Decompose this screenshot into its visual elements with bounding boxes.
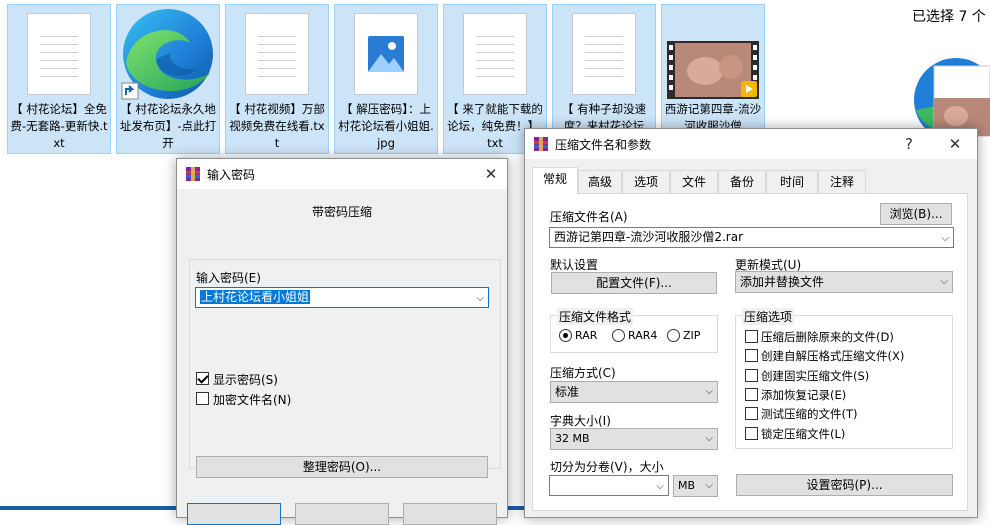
file-name: 【 解压密码】：上村花论坛看小姐姐.jpg [338,102,434,150]
profiles-button[interactable]: 配置文件(F)... [551,272,717,294]
format-rar-label: RAR [575,329,598,342]
format-rar-radio[interactable] [559,329,572,342]
archive-name-value: 西游记第四章-流沙河收服沙僧2.rar [554,230,744,244]
option-lock-label: 锁定压缩文件(L) [761,427,846,441]
password-dialog-title: 输入密码 [207,168,256,182]
help-icon[interactable]: ? [897,133,921,155]
option-recovery-label: 添加恢复记录(E) [761,388,847,402]
winrar-icon [186,167,200,181]
tab-advanced[interactable]: 高级 [578,170,622,193]
dictionary-value: 32 MB [555,432,590,445]
encrypt-names-checkbox[interactable] [196,392,209,405]
cancel-button[interactable] [295,503,389,525]
archive-name-input[interactable]: 西游记第四章-流沙河收服沙僧2.rar ⌵ [549,227,954,248]
file-name: 【 村花论坛】全免费-无套路-更新快.txt [10,102,108,150]
text-file-icon [245,13,309,95]
option-solid-label: 创建固实压缩文件(S) [761,369,870,383]
method-value: 标准 [555,385,580,399]
chevron-down-icon: ⌵ [705,433,713,444]
update-mode-value: 添加并替换文件 [740,275,825,289]
tab-options[interactable]: 选项 [622,170,670,193]
chevron-down-icon: ⌵ [705,386,713,397]
format-zip-radio[interactable] [667,329,680,342]
archive-name-label: 压缩文件名(A) [550,210,628,224]
password-dialog: 输入密码 ✕ 带密码压缩 输入密码(E) 上村花论坛看小姐姐 ⌵ 显示密码(S)… [176,158,508,525]
format-zip-label: ZIP [683,329,701,342]
tab-backup[interactable]: 备份 [718,170,766,193]
password-dialog-titlebar: 输入密码 ✕ [177,159,507,189]
format-rar4-radio[interactable] [612,329,625,342]
tab-time[interactable]: 时间 [766,170,818,193]
dictionary-label: 字典大小(I) [550,414,611,428]
organize-passwords-button[interactable]: 整理密码(O)... [196,456,488,478]
show-password-checkbox[interactable] [196,372,209,385]
dialog-heading: 带密码压缩 [311,205,372,219]
help-button[interactable] [403,503,497,525]
default-settings-label: 默认设置 [550,258,599,272]
split-unit-value: MB [678,479,696,492]
chevron-down-icon[interactable]: ⌵ [941,229,949,247]
split-label: 切分为分卷(V)，大小 [550,460,664,474]
option-lock-checkbox[interactable] [745,427,758,440]
option-recovery-checkbox[interactable] [745,388,758,401]
option-test-checkbox[interactable] [745,407,758,420]
edge-shortcut-icon [121,9,213,100]
winrar-icon [534,137,548,151]
update-mode-select[interactable]: 添加并替换文件 ⌵ [735,271,953,293]
method-label: 压缩方式(C) [550,366,616,380]
chevron-down-icon: ⌵ [705,480,713,491]
file-item[interactable]: 【 村花视频】万部视频免费在线看.txt [225,4,329,154]
compression-options-title: 压缩选项 [742,308,795,325]
archive-dialog-title: 压缩文件名和参数 [555,138,652,152]
set-password-button[interactable]: 设置密码(P)... [736,474,953,496]
chevron-down-icon: ⌵ [940,276,948,287]
option-delete-checkbox[interactable] [745,330,758,343]
archive-dialog-titlebar: 压缩文件名和参数 ? ✕ [525,129,977,159]
option-test-label: 测试压缩的文件(T) [761,407,858,421]
encrypt-names-label: 加密文件名(N) [213,393,292,407]
selection-count: 已选择 7 个 [912,9,986,25]
format-rar4-label: RAR4 [628,329,658,342]
file-item[interactable]: 【 村花论坛】全免费-无套路-更新快.txt [7,4,111,154]
split-size-input[interactable]: ⌵ [549,475,669,496]
file-name: 【 村花论坛永久地址发布页】-点此打开 [119,102,217,150]
video-thumbnail-icon [667,41,759,99]
chevron-down-icon[interactable]: ⌵ [476,289,484,307]
text-file-icon [463,13,527,95]
method-select[interactable]: 标准 ⌵ [550,381,718,403]
file-item[interactable]: 【 解压密码】：上村花论坛看小姐姐.jpg [334,4,438,154]
text-file-icon [27,13,91,95]
password-label: 输入密码(E) [196,271,261,285]
close-icon[interactable]: ✕ [479,163,503,185]
text-file-icon [572,13,636,95]
chevron-down-icon[interactable]: ⌵ [656,477,664,495]
option-solid-checkbox[interactable] [745,369,758,382]
split-unit-select[interactable]: MB ⌵ [673,475,718,497]
tab-general[interactable]: 常规 [532,167,578,194]
show-password-label: 显示密码(S) [213,373,278,387]
image-file-icon [354,13,418,95]
close-icon[interactable]: ✕ [943,133,967,155]
browse-button[interactable]: 浏览(B)... [880,203,952,225]
tab-files[interactable]: 文件 [670,170,718,193]
dictionary-select[interactable]: 32 MB ⌵ [550,428,718,450]
option-delete-label: 压缩后删除原来的文件(D) [761,330,894,344]
option-sfx-checkbox[interactable] [745,349,758,362]
ok-button[interactable] [187,503,281,525]
password-value: 上村花论坛看小姐姐 [200,290,311,304]
option-sfx-label: 创建自解压格式压缩文件(X) [761,349,905,363]
tab-comment[interactable]: 注释 [818,170,866,193]
file-item[interactable]: 【 村花论坛永久地址发布页】-点此打开 [116,4,220,154]
password-input[interactable]: 上村花论坛看小姐姐 ⌵ [195,287,489,308]
archive-format-title: 压缩文件格式 [557,308,634,325]
file-name: 【 村花视频】万部视频免费在线看.txt [229,102,325,150]
